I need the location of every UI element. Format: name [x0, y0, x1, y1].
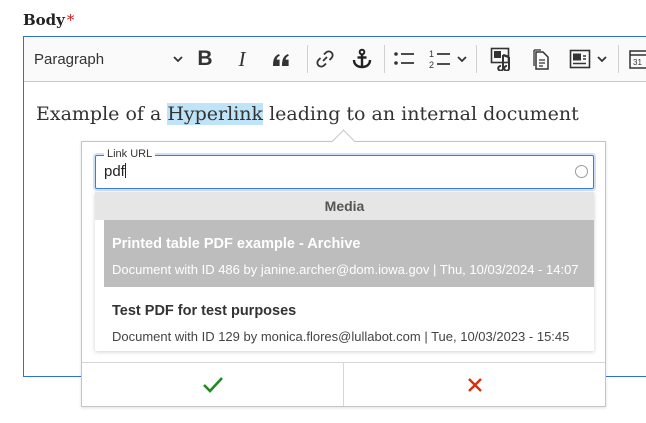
close-icon — [467, 377, 482, 392]
bold-icon: B — [197, 47, 213, 70]
link-suggestions-dropdown: Media Printed table PDF example - Archiv… — [95, 192, 594, 351]
svg-text:31: 31 — [633, 58, 642, 67]
document-button[interactable] — [527, 44, 555, 74]
numbered-list-icon: 1 2 — [429, 49, 467, 70]
numbered-list-button[interactable]: 1 2 — [427, 44, 471, 74]
link-balloon: Link URL pdf Media Printed table PDF exa… — [81, 129, 606, 407]
svg-text:2: 2 — [429, 60, 434, 70]
link-url-input[interactable]: Link URL pdf — [95, 148, 594, 189]
document-icon — [533, 49, 549, 70]
suggestion-item[interactable]: Test PDF for test purposes Document with… — [95, 287, 594, 354]
italic-icon: I — [238, 46, 246, 71]
suggestion-meta: Document with ID 486 by janine.archer@do… — [112, 262, 579, 277]
toolbar-separator — [618, 45, 619, 73]
cancel-link-button[interactable] — [343, 363, 605, 406]
link-url-label: Link URL — [104, 148, 156, 160]
toolbar-separator — [307, 45, 308, 73]
blockquote-icon — [273, 54, 289, 66]
bulleted-list-icon — [394, 52, 414, 65]
anchor-button[interactable] — [349, 44, 375, 74]
link-button[interactable] — [312, 44, 338, 74]
loading-spinner-icon — [575, 165, 588, 178]
heading-select-value: Paragraph — [34, 50, 105, 68]
suggestion-meta: Document with ID 129 by monica.flores@lu… — [112, 329, 570, 344]
selected-link-text[interactable]: Hyperlink — [167, 103, 264, 125]
blockquote-button[interactable] — [267, 44, 295, 74]
save-link-button[interactable] — [82, 363, 343, 406]
heading-select[interactable]: Paragraph — [34, 44, 184, 74]
calendar-button[interactable]: 31 — [626, 44, 646, 74]
checkmark-icon — [202, 376, 223, 393]
insert-media-button[interactable] — [487, 44, 519, 74]
chevron-down-icon — [173, 56, 183, 63]
content-text-after: leading to an internal document — [263, 103, 579, 125]
required-marker: * — [66, 11, 75, 29]
bulleted-list-button[interactable] — [391, 44, 417, 74]
editor-content[interactable]: Example of a Hyperlink leading to an int… — [36, 103, 579, 125]
image-align-icon — [569, 49, 607, 69]
content-text-before: Example of a — [36, 103, 168, 125]
anchor-icon — [352, 48, 372, 69]
toolbar-separator — [384, 45, 385, 73]
suggestion-item[interactable]: Printed table PDF example - Archive Docu… — [95, 220, 594, 287]
insert-media-icon — [490, 47, 510, 71]
image-align-button[interactable] — [568, 44, 612, 74]
balloon-actions — [82, 362, 605, 406]
svg-text:1: 1 — [429, 49, 434, 59]
suggestion-title: Test PDF for test purposes — [112, 303, 297, 319]
calendar-icon: 31 — [629, 50, 646, 69]
body-field-label: Body * — [23, 11, 74, 29]
toolbar-separator — [476, 45, 477, 73]
bold-button[interactable]: B — [192, 44, 218, 74]
suggestion-group-header: Media — [95, 192, 594, 220]
suggestion-title: Printed table PDF example - Archive — [112, 236, 361, 252]
body-label-text: Body — [23, 11, 65, 29]
editor-toolbar: Paragraph B I 1 2 31 — [24, 37, 646, 82]
link-url-value: pdf — [104, 163, 126, 180]
italic-button[interactable]: I — [229, 44, 255, 74]
link-icon — [316, 50, 334, 68]
